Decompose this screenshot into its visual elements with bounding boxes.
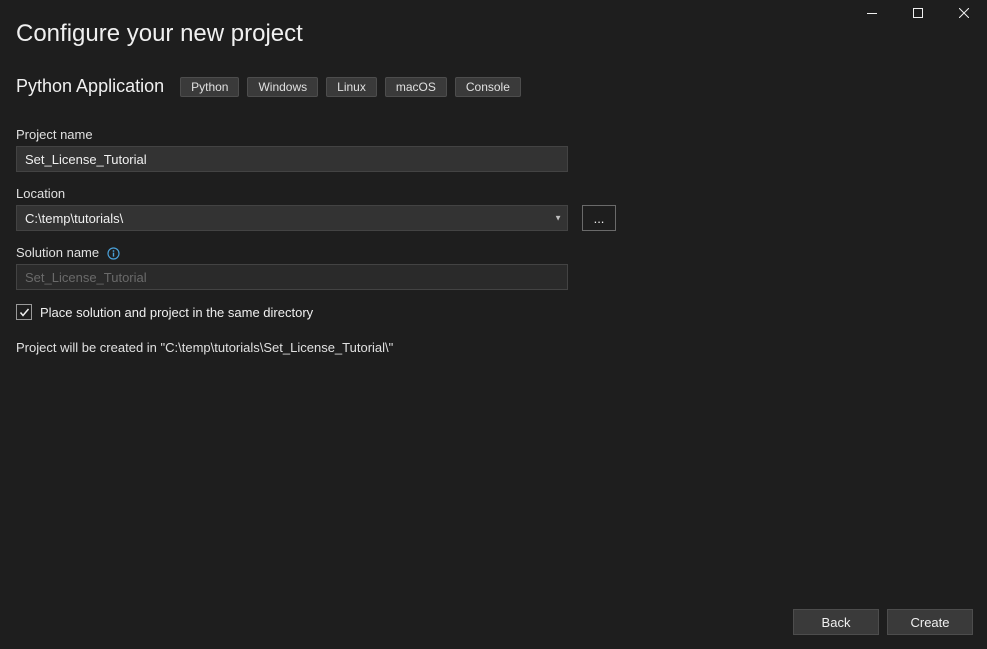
project-path-summary: Project will be created in "C:\temp\tuto… xyxy=(16,340,971,355)
create-button[interactable]: Create xyxy=(887,609,973,635)
template-tags: Python Windows Linux macOS Console xyxy=(180,77,521,97)
solution-name-label-text: Solution name xyxy=(16,245,99,260)
close-icon xyxy=(959,8,969,18)
location-input[interactable] xyxy=(16,205,568,231)
minimize-button[interactable] xyxy=(849,0,895,26)
browse-button[interactable]: ... xyxy=(582,205,616,231)
template-tag: Linux xyxy=(326,77,377,97)
info-icon[interactable] xyxy=(107,247,120,260)
maximize-icon xyxy=(913,8,923,18)
project-name-label: Project name xyxy=(16,127,971,142)
same-directory-checkbox[interactable] xyxy=(16,304,32,320)
footer-buttons: Back Create xyxy=(793,609,973,635)
template-tag: macOS xyxy=(385,77,447,97)
template-tag: Python xyxy=(180,77,239,97)
solution-name-input xyxy=(16,264,568,290)
solution-name-label: Solution name xyxy=(16,245,971,260)
location-label: Location xyxy=(16,186,971,201)
template-tag: Windows xyxy=(247,77,318,97)
page-title: Configure your new project xyxy=(16,20,971,48)
template-header: Python Application Python Windows Linux … xyxy=(16,76,971,97)
window-controls xyxy=(849,0,987,30)
maximize-button[interactable] xyxy=(895,0,941,26)
same-directory-label: Place solution and project in the same d… xyxy=(40,305,313,320)
close-button[interactable] xyxy=(941,0,987,26)
checkmark-icon xyxy=(19,307,30,318)
minimize-icon xyxy=(867,13,877,14)
template-name: Python Application xyxy=(16,76,164,97)
back-button[interactable]: Back xyxy=(793,609,879,635)
project-name-input[interactable] xyxy=(16,146,568,172)
template-tag: Console xyxy=(455,77,521,97)
